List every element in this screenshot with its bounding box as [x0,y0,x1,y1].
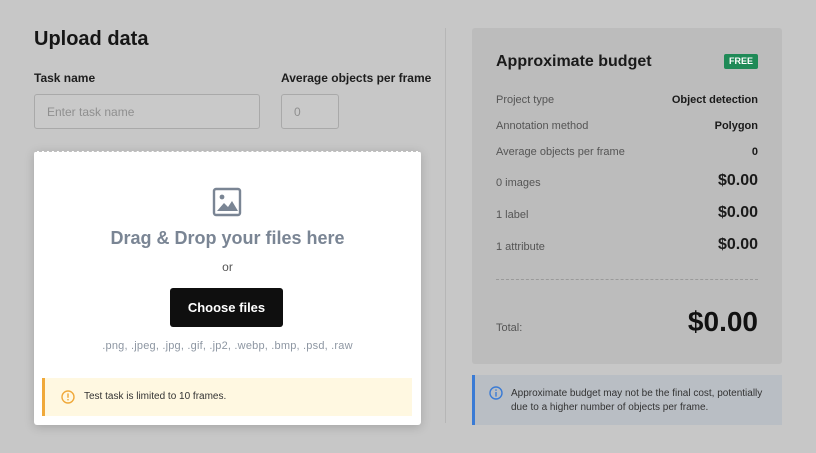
avg-objects-input[interactable] [281,94,339,129]
dropzone-dashed-edge [34,151,421,152]
budget-row-label: 1 attribute [496,241,545,253]
supported-formats: .png, .jpeg, .jpg, .gif, .jp2, .webp, .b… [102,340,353,352]
dropzone-or: or [222,260,233,274]
info-circle-icon [489,386,503,400]
budget-row-value: Polygon [714,120,758,132]
warning-text: Test task is limited to 10 frames. [84,391,227,402]
budget-info-note: Approximate budget may not be the final … [472,375,782,425]
vertical-divider [445,28,446,423]
budget-row-money: $0.00 [717,172,758,189]
budget-row-label: 1 label [496,209,529,221]
budget-row-value: 0 [751,146,758,158]
warning-circle-icon [61,390,75,404]
info-text: Approximate budget may not be the final … [511,388,763,413]
total-label: Total: [496,322,523,334]
avg-objects-label: Average objects per frame [281,71,432,85]
budget-panel: Approximate budget FREE Project type Obj… [472,28,782,364]
dropzone-title: Drag & Drop your files here [110,228,345,248]
total-value: $0.00 [687,306,758,337]
budget-row-label: 0 images [496,177,541,189]
budget-row-label: Average objects per frame [496,146,625,158]
budget-title: Approximate budget [496,53,652,70]
budget-row-money: $0.00 [717,204,758,221]
frame-limit-warning: Test task is limited to 10 frames. [42,378,412,416]
budget-row-money: $0.00 [717,236,758,253]
task-name-label: Task name [34,71,96,85]
budget-row-label: Annotation method [496,120,589,132]
page-title: Upload data [34,28,149,50]
free-badge: FREE [723,54,758,69]
file-dropzone[interactable]: Drag & Drop your files here or Choose fi… [34,151,421,425]
budget-divider [496,279,758,280]
image-icon [212,187,242,217]
task-name-input[interactable] [34,94,260,129]
choose-files-button[interactable]: Choose files [170,288,283,327]
budget-row-label: Project type [496,94,555,106]
budget-row-value: Object detection [671,94,758,106]
